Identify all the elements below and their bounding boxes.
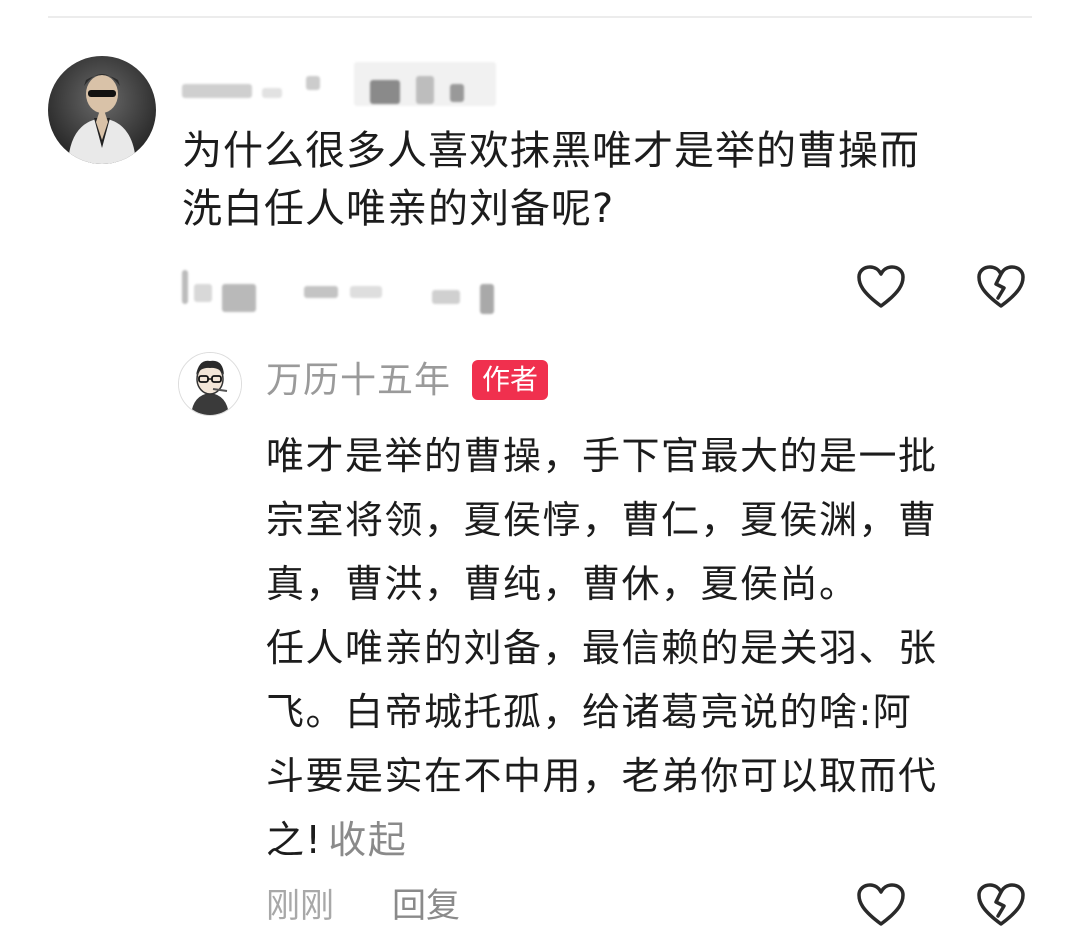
blurred-meta bbox=[194, 284, 212, 302]
reply-line-last: 之! 收起 bbox=[266, 808, 1036, 872]
broken-heart-icon[interactable] bbox=[976, 882, 1026, 928]
top-divider bbox=[48, 16, 1032, 18]
reply-line: 任人唯亲的刘备，最信赖的是关羽、张 bbox=[266, 626, 938, 670]
blurred-username bbox=[306, 76, 320, 90]
reply-text: 唯才是举的曹操，手下官最大的是一批 宗室将领，夏侯惇，曹仁，夏侯渊，曹 真，曹洪… bbox=[266, 424, 1036, 872]
reply-line: 斗要是实在不中用，老弟你可以取而代 bbox=[266, 754, 938, 798]
blurred-username bbox=[450, 84, 464, 102]
blurred-meta bbox=[222, 284, 256, 312]
reply-timestamp: 刚刚 bbox=[266, 886, 334, 926]
reply-line: 飞。白帝城托孤，给诸葛亮说的啥:阿 bbox=[266, 690, 913, 734]
blurred-username bbox=[262, 88, 282, 98]
question-text: 为什么很多人喜欢抹黑唯才是举的曹操而 洗白任人唯亲的刘备呢? bbox=[182, 122, 1022, 238]
reply-line: 宗室将领，夏侯惇，曹仁，夏侯渊，曹 bbox=[266, 498, 938, 542]
author-badge: 作者 bbox=[472, 360, 549, 400]
reply-line: 真，曹洪，曹纯，曹休，夏侯尚。 bbox=[266, 562, 859, 606]
commenter-avatar[interactable] bbox=[48, 56, 156, 164]
blurred-meta bbox=[480, 284, 494, 314]
reply-line: 之! bbox=[266, 818, 323, 862]
author-avatar[interactable] bbox=[178, 352, 242, 416]
blurred-username bbox=[370, 80, 400, 104]
blurred-meta bbox=[350, 286, 382, 298]
question-line: 为什么很多人喜欢抹黑唯才是举的曹操而 bbox=[182, 128, 920, 174]
blurred-meta bbox=[432, 290, 460, 304]
reply-line: 唯才是举的曹操，手下官最大的是一批 bbox=[266, 434, 938, 478]
blurred-meta bbox=[304, 286, 338, 298]
collapse-link[interactable]: 收起 bbox=[328, 818, 407, 862]
broken-heart-icon[interactable] bbox=[976, 264, 1026, 310]
author-name[interactable]: 万历十五年 bbox=[266, 356, 451, 406]
reply-button[interactable]: 回复 bbox=[392, 882, 460, 930]
blurred-meta bbox=[182, 270, 188, 304]
blurred-username bbox=[182, 84, 252, 98]
heart-icon[interactable] bbox=[856, 882, 906, 928]
heart-icon[interactable] bbox=[856, 264, 906, 310]
blurred-username bbox=[416, 76, 434, 104]
question-line: 洗白任人唯亲的刘备呢? bbox=[182, 186, 615, 232]
